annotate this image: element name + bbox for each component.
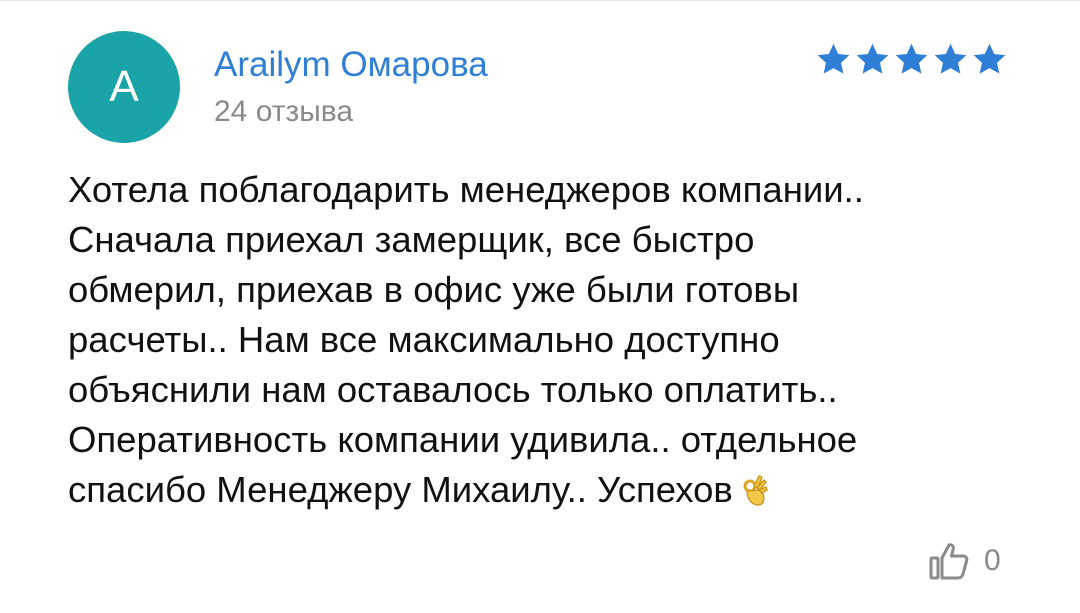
review-text-line: спасибо Менеджеру Михаилу.. Успехов bbox=[68, 469, 733, 510]
review-text-line: Оперативность компании удивила.. отдельн… bbox=[68, 419, 858, 460]
author-review-count: 24 отзыва bbox=[214, 95, 354, 128]
author-name[interactable]: Arailym Омарова bbox=[214, 43, 488, 87]
star-icon bbox=[973, 43, 1006, 74]
review-text-line: Сначала приехал замерщик, все быстро bbox=[68, 219, 755, 260]
like-count: 0 bbox=[984, 544, 1001, 577]
review-text-line: обмерил, приехав в офис уже были готовы bbox=[68, 269, 800, 310]
thumbs-up-icon bbox=[929, 543, 969, 580]
review-card: A Arailym Омарова 24 отзыва Хотела побла… bbox=[0, 0, 1080, 613]
review-text: Хотела поблагодарить менеджеров компании… bbox=[68, 165, 1028, 515]
avatar-letter: A bbox=[109, 62, 139, 111]
review-text-line: расчеты.. Нам все максимально доступно bbox=[68, 319, 780, 360]
star-icon bbox=[856, 43, 889, 74]
review-text-line: Хотела поблагодарить менеджеров компании… bbox=[68, 169, 864, 210]
ok-hand-icon bbox=[743, 475, 768, 506]
review-text-line: объяснили нам оставалось только оплатить… bbox=[68, 369, 838, 410]
review-text-line-last: спасибо Менеджеру Михаилу.. Успехов bbox=[68, 465, 1028, 515]
avatar[interactable]: A bbox=[68, 31, 180, 143]
star-rating bbox=[815, 41, 1008, 78]
star-icon bbox=[817, 43, 850, 74]
star-icon bbox=[895, 43, 928, 74]
like-button[interactable]: 0 bbox=[928, 541, 1001, 581]
star-icon bbox=[934, 43, 967, 74]
